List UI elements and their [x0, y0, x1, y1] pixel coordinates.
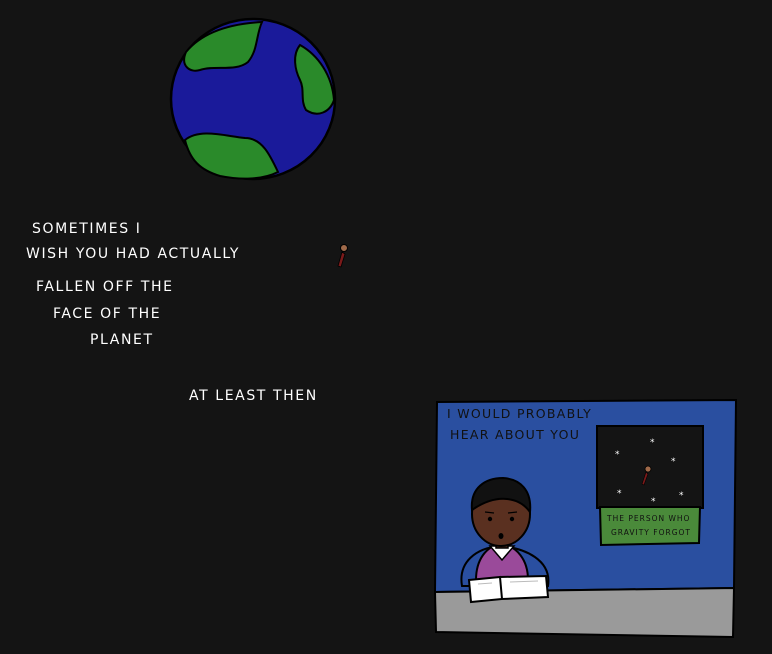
- inset-headline-strip: [598, 506, 702, 547]
- star-icon: *: [651, 497, 656, 507]
- news-caption-line-1: I WOULD PROBABLY: [447, 406, 592, 421]
- monologue-line-6: AT LEAST THEN: [189, 388, 318, 404]
- news-inset: * * * * * * THE PERSON WHO GRAVITY FORGO…: [596, 425, 704, 547]
- monologue-line-1: SOMETIMES I: [32, 221, 142, 237]
- star-icon: *: [615, 450, 620, 460]
- inset-headline-line-1: THE PERSON WHO: [606, 514, 690, 523]
- news-caption-line-2: HEAR ABOUT YOU: [450, 427, 580, 442]
- star-icon: *: [650, 438, 655, 448]
- monologue-line-4: FACE OF THE: [53, 306, 161, 322]
- inset-headline-line-2: GRAVITY FORGOT: [611, 528, 691, 537]
- anchor-papers: [467, 574, 550, 604]
- falling-person: [337, 244, 348, 268]
- earth-globe: [169, 17, 337, 181]
- news-anchor: [470, 476, 532, 581]
- star-icon: *: [671, 457, 676, 467]
- monologue-line-3: FALLEN OFF THE: [36, 279, 174, 295]
- news-panel: I WOULD PROBABLY HEAR ABOUT YOU * * * * …: [433, 398, 738, 639]
- star-icon: *: [679, 491, 684, 501]
- monologue-line-2: WISH YOU HAD ACTUALLY: [26, 246, 240, 262]
- star-icon: *: [617, 489, 622, 499]
- comic-scene: SOMETIMES I WISH YOU HAD ACTUALLY FALLEN…: [26, 17, 738, 639]
- monologue-line-5: PLANET: [90, 332, 154, 348]
